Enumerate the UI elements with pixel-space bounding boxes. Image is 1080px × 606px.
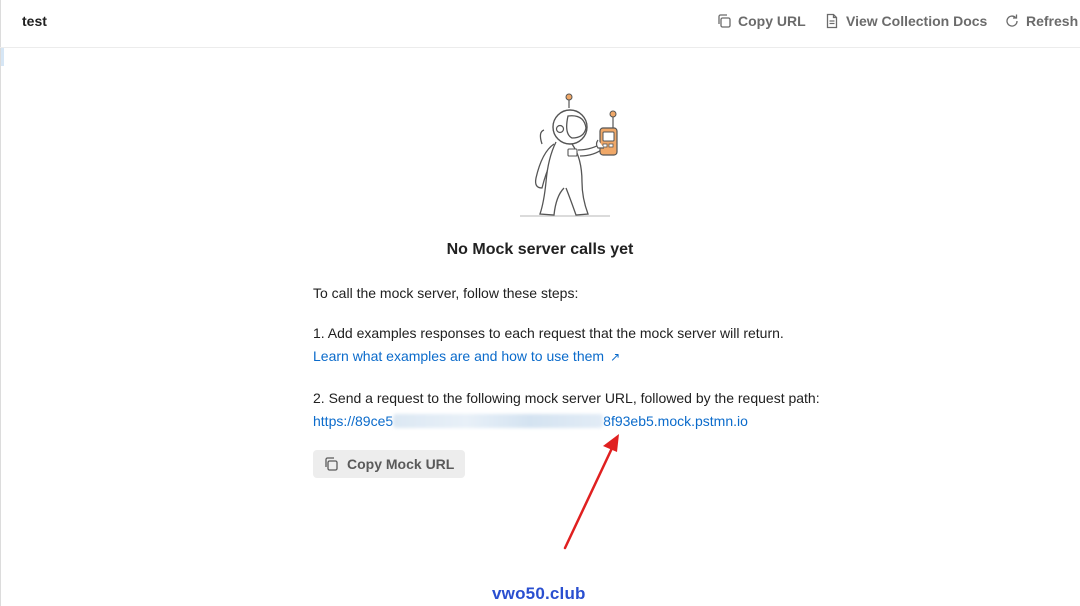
intro-text: To call the mock server, follow these st… <box>313 285 579 301</box>
view-collection-docs-button[interactable]: View Collection Docs <box>824 11 987 31</box>
step-1-text: 1. Add examples responses to each reques… <box>313 325 784 341</box>
external-link-icon: ↗ <box>610 350 621 364</box>
document-icon <box>826 13 838 29</box>
view-collection-docs-label: View Collection Docs <box>846 13 988 29</box>
copy-url-button[interactable]: Copy URL <box>716 11 806 31</box>
panel-edge-indicator <box>1 48 4 66</box>
watermark-text: vwo50.club <box>492 584 586 603</box>
learn-examples-link-label: Learn what examples are and how to use t… <box>313 348 605 364</box>
copy-mock-url-label: Copy Mock URL <box>347 456 455 472</box>
step-2-text: 2. Send a request to the following mock … <box>313 390 820 406</box>
refresh-button[interactable]: Refresh <box>1004 11 1078 31</box>
copy-mock-url-button[interactable]: Copy Mock URL <box>313 450 465 478</box>
mock-server-url[interactable]: https://89ce5 8f93eb5.mock.pstmn.io <box>313 413 748 429</box>
mock-url-start: https://89ce5 <box>313 413 394 429</box>
refresh-label: Refresh <box>1026 13 1079 29</box>
astronaut-illustration <box>520 93 618 217</box>
collection-title: test <box>22 13 47 29</box>
copy-icon <box>325 457 338 471</box>
copy-url-label: Copy URL <box>738 13 806 29</box>
refresh-icon <box>1006 14 1018 27</box>
redacted-url-segment <box>393 414 604 428</box>
left-panel-edge <box>0 0 4 606</box>
copy-icon <box>718 14 731 28</box>
empty-state-title: No Mock server calls yet <box>446 241 634 258</box>
mock-url-end: 8f93eb5.mock.pstmn.io <box>603 413 748 429</box>
annotation-arrow <box>563 434 619 550</box>
learn-examples-link[interactable]: Learn what examples are and how to use t… <box>313 348 620 364</box>
header-bar: test Copy URL View Collection Docs Refre… <box>0 0 1080 48</box>
